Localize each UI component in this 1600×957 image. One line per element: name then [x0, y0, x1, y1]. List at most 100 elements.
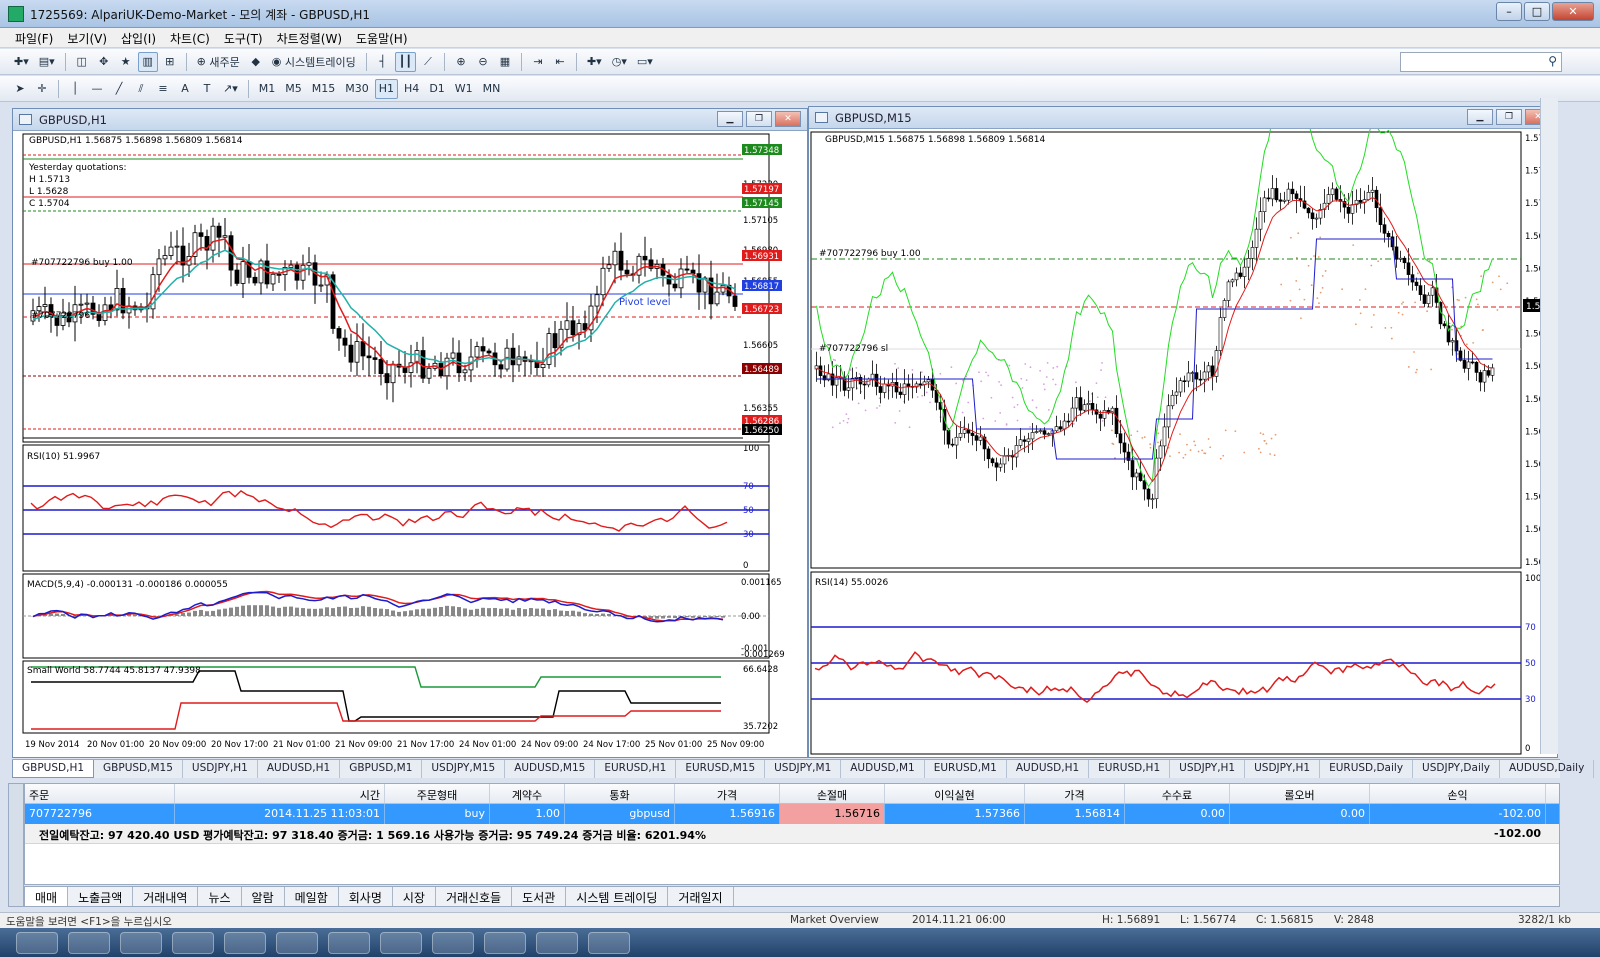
- taskbar-app-icon[interactable]: [588, 932, 630, 954]
- tf-mn[interactable]: MN: [479, 79, 505, 99]
- symbol-tab[interactable]: USDJPY,Daily: [1413, 760, 1500, 778]
- column-header[interactable]: 이익실현: [885, 784, 1025, 803]
- new-chart-icon[interactable]: ✚▾: [10, 52, 33, 72]
- strategy-tester-icon[interactable]: ⊞: [160, 52, 180, 72]
- chart-window-titlebar[interactable]: GBPUSD,M15 ▁ ❐ ✕: [809, 107, 1557, 129]
- terminal-tab[interactable]: 노출금액: [68, 887, 133, 906]
- taskbar-app-icon[interactable]: [432, 932, 474, 954]
- fibonacci-icon[interactable]: ≡: [153, 79, 173, 99]
- symbol-tab[interactable]: EURUSD,Daily: [1320, 760, 1413, 778]
- tf-m15[interactable]: M15: [308, 79, 340, 99]
- chart-minimize-button[interactable]: ▁: [1467, 109, 1493, 125]
- symbol-tab[interactable]: USDJPY,H1: [1170, 760, 1245, 778]
- vertical-line-icon[interactable]: │: [65, 79, 85, 99]
- column-header[interactable]: 가격: [675, 784, 780, 803]
- zoom-out-icon[interactable]: ⊖: [473, 52, 493, 72]
- symbol-tab[interactable]: EURUSD,M15: [676, 760, 765, 778]
- terminal-tab[interactable]: 매매: [25, 887, 68, 906]
- tf-h4[interactable]: H4: [400, 79, 423, 99]
- trendline-icon[interactable]: ╱: [109, 79, 129, 99]
- indicators-icon[interactable]: ✚▾: [583, 52, 606, 72]
- terminal-tab[interactable]: 도서관: [512, 887, 566, 906]
- crosshair-icon[interactable]: ✛: [32, 79, 52, 99]
- taskbar-app-icon[interactable]: [328, 932, 370, 954]
- chart-window-gbpusd-m15[interactable]: GBPUSD,M15 ▁ ❐ ✕ GBPUSD,M15 1.56875 1.5689…: [808, 106, 1558, 758]
- menu-window[interactable]: 차트정렬(W): [270, 28, 349, 47]
- data-window-icon[interactable]: ✥: [94, 52, 114, 72]
- taskbar-app-icon[interactable]: [484, 932, 526, 954]
- line-chart-icon[interactable]: ⟋: [418, 52, 438, 72]
- terminal-tab[interactable]: 메일함: [285, 887, 339, 906]
- chart-restore-button[interactable]: ❐: [1496, 109, 1522, 125]
- terminal-tab[interactable]: 뉴스: [198, 887, 241, 906]
- column-header[interactable]: 계약수: [490, 784, 565, 803]
- symbol-tab[interactable]: USDJPY,H1: [183, 760, 258, 778]
- start-icon[interactable]: [16, 932, 58, 954]
- metaeditor-icon[interactable]: ◆: [246, 52, 266, 72]
- chart-minimize-button[interactable]: ▁: [717, 111, 743, 127]
- taskbar-app-icon[interactable]: [120, 932, 162, 954]
- terminal-tab[interactable]: 알람: [242, 887, 285, 906]
- symbol-tab[interactable]: EURUSD,M1: [925, 760, 1007, 778]
- column-header[interactable]: 롤오버: [1230, 784, 1370, 803]
- chart-canvas-h1[interactable]: GBPUSD,H1 1.56875 1.56898 1.56809 1.5681…: [13, 131, 807, 757]
- chart-shift-icon[interactable]: ⇤: [550, 52, 570, 72]
- autotrading-button[interactable]: ◉ 시스템트레이딩: [268, 52, 360, 72]
- autoscroll-icon[interactable]: ⇥: [528, 52, 548, 72]
- symbol-tab[interactable]: AUDUSD,M15: [505, 760, 595, 778]
- menu-view[interactable]: 보기(V): [60, 28, 114, 47]
- symbol-tab[interactable]: USDJPY,H1: [1245, 760, 1320, 778]
- profiles-icon[interactable]: ▤▾: [35, 52, 59, 72]
- terminal-side-handle[interactable]: [8, 783, 24, 907]
- chart-close-button[interactable]: ✕: [775, 111, 801, 127]
- symbol-tab[interactable]: USDJPY,M1: [765, 760, 841, 778]
- taskbar-app-icon[interactable]: [68, 932, 110, 954]
- chart-canvas-m15[interactable]: GBPUSD,M15 1.56875 1.56898 1.56809 1.568…: [809, 129, 1557, 757]
- zoom-in-icon[interactable]: ⊕: [451, 52, 471, 72]
- terminal-tab[interactable]: 시장: [393, 887, 436, 906]
- terminal-tab[interactable]: 시스템 트레이딩: [566, 887, 668, 906]
- menu-insert[interactable]: 삽입(I): [114, 28, 163, 47]
- text-label-tool[interactable]: T: [197, 79, 217, 99]
- column-header[interactable]: 손절매: [780, 784, 885, 803]
- symbol-tab[interactable]: GBPUSD,M1: [340, 760, 422, 778]
- column-header[interactable]: 가격: [1025, 784, 1125, 803]
- search-icon[interactable]: ⚲: [1548, 54, 1557, 68]
- menu-file[interactable]: 파일(F): [8, 28, 60, 47]
- templates-icon[interactable]: ▭▾: [633, 52, 657, 72]
- bar-chart-icon[interactable]: ┤: [373, 52, 393, 72]
- column-header[interactable]: 주문형태: [385, 784, 490, 803]
- order-row[interactable]: 707722796 2014.11.25 11:03:01 buy 1.00 gbpus…: [25, 804, 1559, 824]
- periods-icon[interactable]: ◷▾: [608, 52, 631, 72]
- terminal-icon[interactable]: ▥: [138, 52, 158, 72]
- column-header[interactable]: 수수료: [1125, 784, 1230, 803]
- tf-w1[interactable]: W1: [451, 79, 477, 99]
- column-header[interactable]: 통화: [565, 784, 675, 803]
- column-header[interactable]: 손익: [1370, 784, 1546, 803]
- tf-m1[interactable]: M1: [255, 79, 280, 99]
- tf-h1[interactable]: H1: [375, 79, 398, 99]
- minimize-button[interactable]: –: [1496, 2, 1522, 21]
- vertical-scrollbar[interactable]: [1540, 98, 1558, 754]
- search-input[interactable]: ⚲: [1400, 52, 1562, 72]
- cursor-icon[interactable]: ➤: [10, 79, 30, 99]
- new-order-button[interactable]: ⊕ 새주문: [193, 52, 244, 72]
- symbol-tab[interactable]: EURUSD,H1: [1089, 760, 1170, 778]
- symbol-tab[interactable]: AUDUSD,M1: [841, 760, 924, 778]
- tf-d1[interactable]: D1: [425, 79, 448, 99]
- menu-charts[interactable]: 차트(C): [163, 28, 217, 47]
- taskbar-app-icon[interactable]: [380, 932, 422, 954]
- taskbar-app-icon[interactable]: [276, 932, 318, 954]
- maximize-button[interactable]: □: [1524, 2, 1550, 21]
- symbol-tab[interactable]: GBPUSD,H1: [12, 760, 94, 778]
- terminal-tab[interactable]: 거래일지: [668, 887, 733, 906]
- tf-m5[interactable]: M5: [281, 79, 306, 99]
- tf-m30[interactable]: M30: [341, 79, 373, 99]
- taskbar-app-icon[interactable]: [536, 932, 578, 954]
- arrows-icon[interactable]: ↗▾: [219, 79, 242, 99]
- text-tool[interactable]: A: [175, 79, 195, 99]
- column-header[interactable]: 시간: [175, 784, 385, 803]
- terminal-tab[interactable]: 거래내역: [133, 887, 198, 906]
- symbol-tab[interactable]: GBPUSD,M15: [94, 760, 183, 778]
- market-watch-icon[interactable]: ◫: [72, 52, 92, 72]
